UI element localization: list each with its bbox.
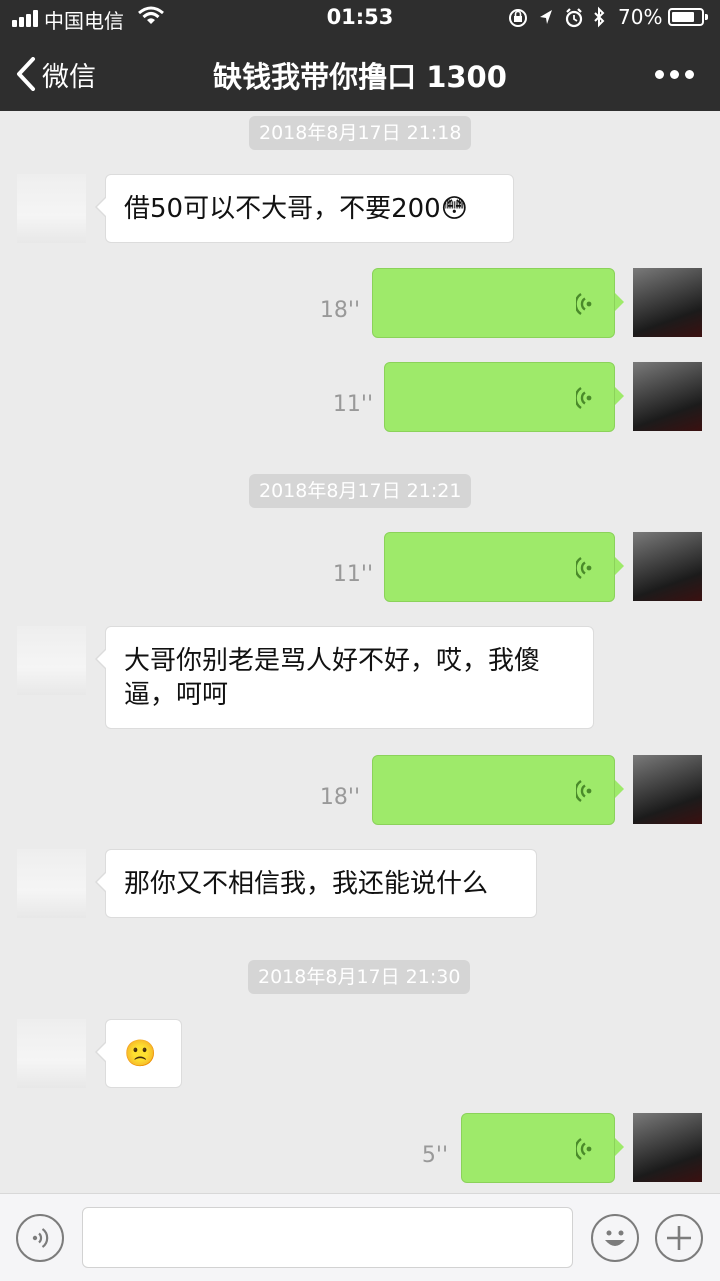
my-avatar[interactable]	[633, 268, 702, 337]
voice-duration: 18''	[319, 298, 360, 323]
status-bar: 中国电信 01:53 70%	[0, 0, 720, 36]
my-avatar[interactable]	[633, 362, 702, 431]
nav-bar: 微信 缺钱我带你撸口 1300	[0, 36, 720, 111]
voice-wave-icon	[576, 780, 592, 802]
message-text: 那你又不相信我，我还能说什么	[124, 869, 489, 899]
message-input[interactable]	[82, 1207, 573, 1268]
timestamp: 2018年8月17日 21:21	[249, 474, 472, 508]
voice-wave-icon	[576, 557, 592, 579]
plus-icon	[667, 1226, 691, 1250]
voice-duration: 5''	[421, 1143, 448, 1168]
clock: 01:53	[326, 5, 394, 29]
voice-wave-icon	[576, 293, 592, 315]
outgoing-voice-message[interactable]	[384, 362, 624, 432]
incoming-message[interactable]: 大哥你别老是骂人好不好，哎，我傻逼，呵呵	[95, 626, 594, 729]
bluetooth-icon	[594, 6, 605, 28]
battery-percent: 70%	[618, 5, 663, 29]
outgoing-voice-message[interactable]	[384, 532, 624, 602]
voice-duration: 18''	[319, 785, 360, 810]
input-bar	[0, 1193, 720, 1281]
timestamp: 2018年8月17日 21:30	[248, 960, 471, 994]
contact-avatar[interactable]	[17, 626, 86, 695]
incoming-message[interactable]: 那你又不相信我，我还能说什么	[95, 849, 537, 918]
my-avatar[interactable]	[633, 532, 702, 601]
outgoing-voice-message[interactable]	[461, 1113, 624, 1183]
voice-input-icon	[32, 1228, 49, 1248]
voice-duration: 11''	[332, 392, 373, 417]
emoji-button[interactable]	[591, 1214, 639, 1262]
contact-avatar[interactable]	[17, 1019, 86, 1088]
flushed-face-emoji: 😳	[440, 194, 468, 224]
top-bar: 中国电信 01:53 70% 微信 缺钱我带你撸口 1300	[0, 0, 720, 111]
more-dots-icon[interactable]	[655, 70, 694, 79]
voice-wave-icon	[576, 387, 592, 409]
status-icons	[509, 6, 605, 28]
message-text: 借50可以不大哥，不要200	[124, 194, 441, 224]
location-icon	[540, 10, 552, 24]
contact-avatar[interactable]	[17, 849, 86, 918]
contact-avatar[interactable]	[17, 174, 86, 243]
timestamp: 2018年8月17日 21:18	[249, 116, 472, 150]
emoji-icon	[605, 1230, 625, 1246]
my-avatar[interactable]	[633, 1113, 702, 1182]
voice-wave-icon	[576, 1138, 592, 1160]
incoming-message[interactable]: 借50可以不大哥，不要200😳	[95, 174, 514, 243]
my-avatar[interactable]	[633, 755, 702, 824]
outgoing-voice-message[interactable]	[372, 268, 624, 338]
plus-button[interactable]	[655, 1214, 703, 1262]
outgoing-voice-message[interactable]	[372, 755, 624, 825]
orientation-lock-icon	[509, 9, 527, 27]
alarm-icon	[565, 8, 583, 28]
battery-icon	[668, 8, 708, 26]
voice-duration: 11''	[332, 562, 373, 587]
message-text: 大哥你别老是骂人好不好，哎，我傻逼，呵呵	[124, 646, 541, 710]
voice-input-button[interactable]	[16, 1214, 64, 1262]
chat-title: 缺钱我带你撸口 1300	[213, 60, 507, 94]
frowning-face-emoji: 🙁	[124, 1039, 157, 1069]
incoming-message[interactable]: 🙁	[95, 1019, 182, 1088]
